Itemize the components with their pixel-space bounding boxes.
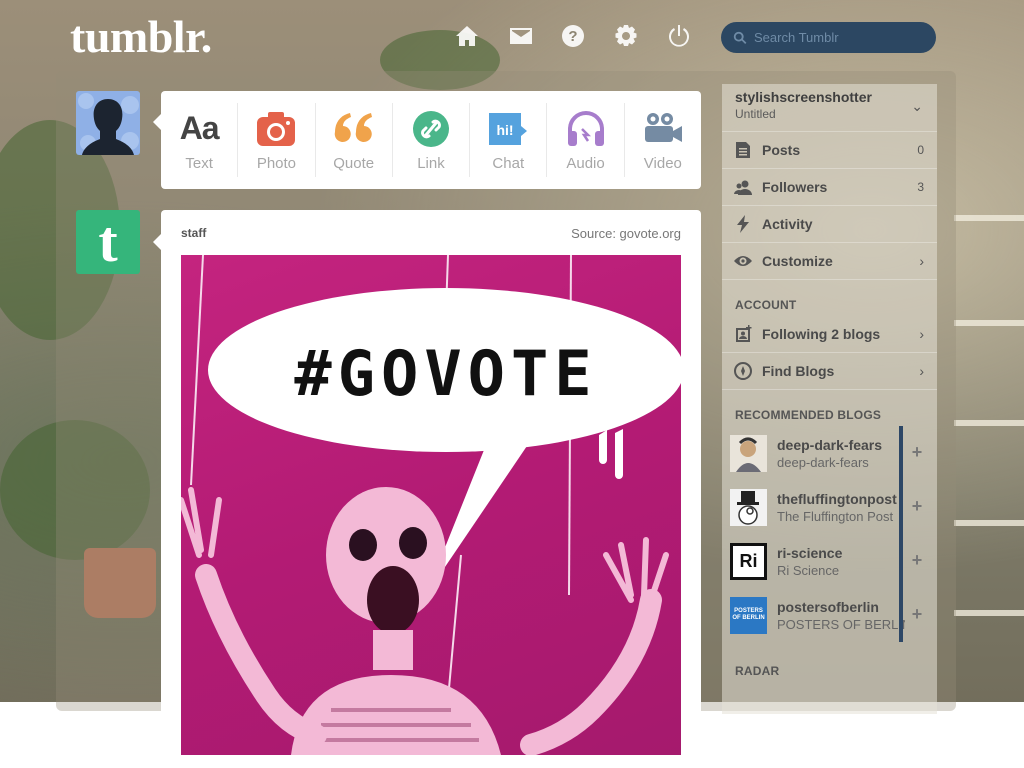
lightning-icon xyxy=(732,213,754,235)
post-type-link[interactable]: Link xyxy=(393,103,471,177)
video-camera-icon xyxy=(642,109,684,149)
search-box[interactable] xyxy=(721,22,936,53)
radar-heading: RADAR xyxy=(735,664,780,678)
chevron-right-icon: › xyxy=(919,253,924,269)
following-icon xyxy=(732,323,754,345)
text-icon: Aa xyxy=(179,110,220,146)
camera-icon xyxy=(256,109,296,149)
post-type-text[interactable]: Aa Text xyxy=(161,103,239,177)
post-type-chat[interactable]: hi! Chat xyxy=(470,103,548,177)
search-icon xyxy=(733,31,747,44)
post-type-label: Text xyxy=(185,154,213,172)
dashboard-post: staff Source: govote.org #GOVOTE xyxy=(161,210,701,768)
chat-icon: hi! xyxy=(487,109,529,149)
svg-text:?: ? xyxy=(568,28,577,45)
tumblr-logo[interactable]: tumblr. xyxy=(70,10,212,63)
settings-icon[interactable] xyxy=(612,22,640,50)
help-icon[interactable]: ? xyxy=(559,22,587,50)
mail-icon[interactable] xyxy=(507,22,535,50)
post-type-audio[interactable]: Audio xyxy=(547,103,625,177)
follow-plus-button[interactable]: + xyxy=(906,495,928,517)
post-type-label: Chat xyxy=(492,154,525,172)
blog-thumbnail xyxy=(730,488,767,526)
blog-thumbnail: POSTERS OF BERLIN xyxy=(730,596,767,634)
follow-plus-button[interactable]: + xyxy=(906,549,928,571)
recommended-blog[interactable]: thefluffingtonpost The Fluffington Post … xyxy=(722,480,937,534)
link-icon xyxy=(412,109,450,149)
home-icon[interactable] xyxy=(453,22,481,50)
post-type-label: Link xyxy=(417,154,445,172)
post-type-label: Photo xyxy=(256,154,297,172)
recommended-heading: RECOMMENDED BLOGS xyxy=(735,408,882,422)
post-image[interactable]: #GOVOTE xyxy=(181,255,681,755)
post-type-label: Quote xyxy=(333,154,375,172)
power-icon[interactable] xyxy=(665,22,693,50)
chevron-down-icon: ⌄ xyxy=(911,98,923,114)
svg-text:hi!: hi! xyxy=(497,122,514,138)
sidebar-item-customize[interactable]: Customize › xyxy=(722,243,937,280)
post-type-video[interactable]: Video xyxy=(625,103,701,177)
sidebar-item-followers[interactable]: Followers 3 xyxy=(722,169,937,206)
recommended-blog[interactable]: POSTERS OF BERLIN postersofberlin POSTER… xyxy=(722,588,937,642)
user-avatar[interactable] xyxy=(76,91,140,155)
post-type-bar: Aa Text Photo Quote Link hi! Chat Audio xyxy=(161,91,701,189)
quote-icon xyxy=(333,109,375,149)
follow-plus-button[interactable]: + xyxy=(906,603,928,625)
chevron-right-icon: › xyxy=(919,363,924,379)
blog-name: stylishscreenshotter xyxy=(735,89,872,105)
chevron-right-icon: › xyxy=(919,326,924,342)
blog-thumbnail xyxy=(730,434,767,472)
blog-thumbnail: Ri xyxy=(730,542,767,580)
followers-count: 3 xyxy=(917,180,924,194)
recommended-blog[interactable]: deep-dark-fears deep-dark-fears + xyxy=(722,426,937,480)
recommended-blog[interactable]: Ri ri-science Ri Science + xyxy=(722,534,937,588)
blog-selector[interactable]: stylishscreenshotter Untitled ⌄ xyxy=(722,84,937,132)
post-source-link[interactable]: Source: govote.org xyxy=(571,226,681,241)
staff-avatar[interactable]: t xyxy=(76,210,140,274)
posts-icon xyxy=(732,139,754,161)
post-author[interactable]: staff xyxy=(181,226,206,240)
search-input[interactable] xyxy=(754,30,924,45)
post-type-photo[interactable]: Photo xyxy=(238,103,316,177)
blog-title: Untitled xyxy=(735,107,776,121)
post-type-label: Video xyxy=(643,154,682,172)
sidebar-item-find-blogs[interactable]: Find Blogs › xyxy=(722,353,937,390)
sidebar: stylishscreenshotter Untitled ⌄ Posts 0 … xyxy=(722,84,937,714)
post-type-label: Audio xyxy=(566,154,605,172)
svg-text:#GOVOTE: #GOVOTE xyxy=(294,337,597,410)
posts-count: 0 xyxy=(917,143,924,157)
follow-plus-button[interactable]: + xyxy=(906,441,928,463)
followers-icon xyxy=(732,176,754,198)
sidebar-item-activity[interactable]: Activity xyxy=(722,206,937,243)
headphones-icon xyxy=(566,109,606,149)
account-heading: ACCOUNT xyxy=(735,298,797,312)
compass-icon xyxy=(732,360,754,382)
sidebar-item-posts[interactable]: Posts 0 xyxy=(722,132,937,169)
sidebar-item-following[interactable]: Following 2 blogs › xyxy=(722,316,937,353)
eye-icon xyxy=(732,250,754,272)
post-type-quote[interactable]: Quote xyxy=(316,103,393,177)
